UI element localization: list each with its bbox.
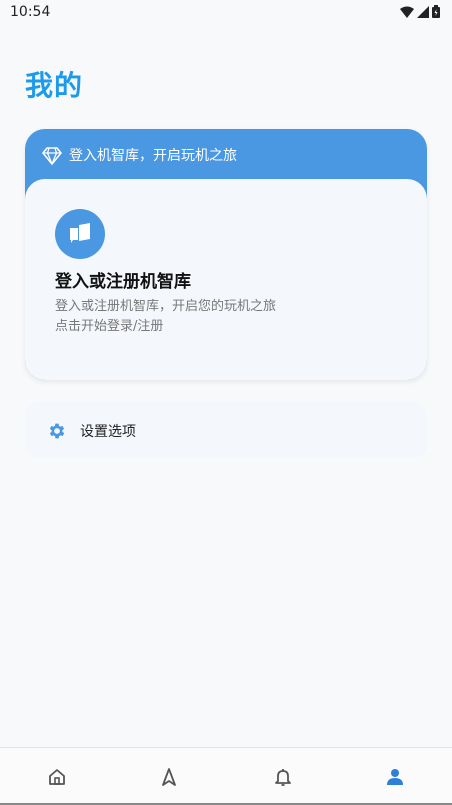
login-desc-line2: 点击开始登录/注册 xyxy=(55,319,164,334)
status-bar: 10:54 xyxy=(0,0,452,26)
nav-navigate[interactable] xyxy=(158,766,180,788)
status-icons xyxy=(400,5,440,18)
settings-label: 设置选项 xyxy=(80,424,136,440)
bell-icon xyxy=(275,769,291,786)
page-title: 我的 xyxy=(25,69,84,102)
person-icon xyxy=(387,769,403,785)
nav-profile[interactable] xyxy=(384,766,406,788)
nav-home[interactable] xyxy=(46,766,68,788)
card-banner: 登入机智库，开启玩机之旅 xyxy=(25,129,427,183)
account-card[interactable]: 登入机智库，开启玩机之旅 登入或注册机智库 登入或注册机智库，开启您的玩机之旅 … xyxy=(25,129,427,380)
chat-bubbles-icon xyxy=(70,223,90,243)
bottom-nav xyxy=(0,747,452,805)
status-time: 10:54 xyxy=(10,4,51,20)
login-panel[interactable]: 登入或注册机智库 登入或注册机智库，开启您的玩机之旅 点击开始登录/注册 xyxy=(25,179,427,380)
wifi-icon xyxy=(400,6,414,18)
gear-icon xyxy=(49,423,65,439)
login-title[interactable]: 登入或注册机智库 xyxy=(55,267,191,292)
nav-notifications[interactable] xyxy=(272,766,294,788)
signal-icon xyxy=(417,5,429,18)
diamond-icon xyxy=(42,147,62,165)
login-avatar[interactable] xyxy=(55,209,105,259)
login-description: 登入或注册机智库，开启您的玩机之旅 点击开始登录/注册 xyxy=(55,297,276,337)
home-icon xyxy=(49,769,65,785)
navigate-icon xyxy=(162,768,176,786)
settings-row[interactable]: 设置选项 xyxy=(25,402,427,458)
battery-icon xyxy=(432,5,440,18)
banner-text: 登入机智库，开启玩机之旅 xyxy=(69,148,237,164)
login-desc-line1: 登入或注册机智库，开启您的玩机之旅 xyxy=(55,299,277,314)
